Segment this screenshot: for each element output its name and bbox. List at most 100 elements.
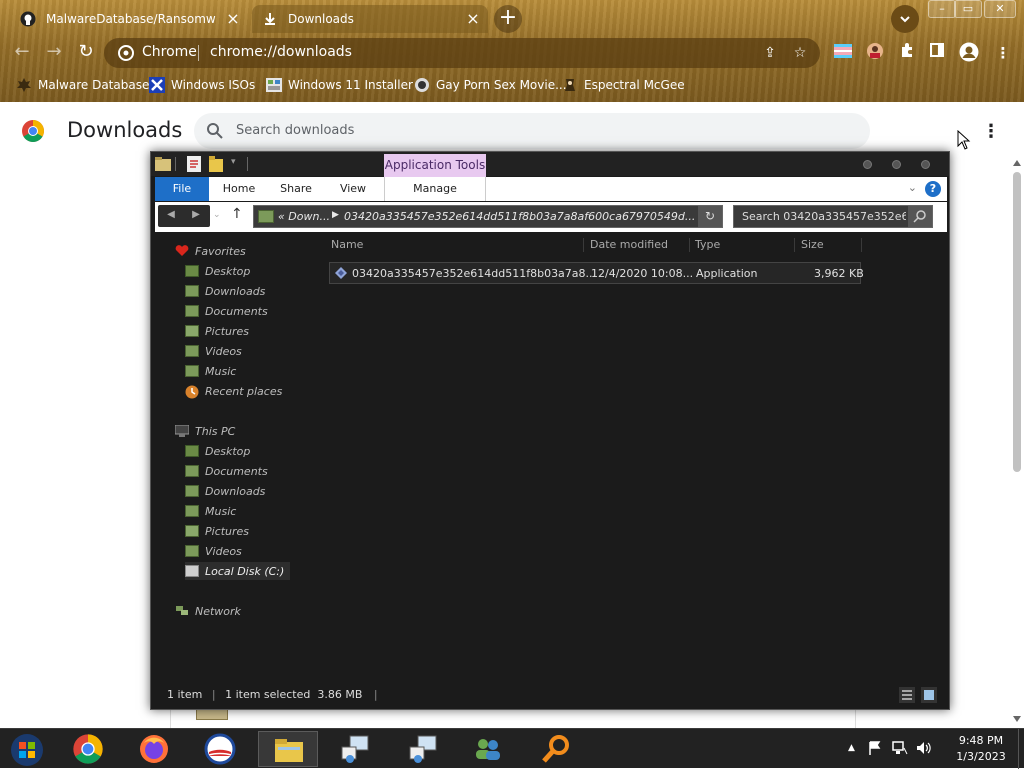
column-header-name[interactable]: Name bbox=[331, 238, 363, 251]
extension-flag-icon[interactable] bbox=[832, 42, 854, 64]
explorer-minimize-button[interactable] bbox=[863, 160, 872, 169]
column-separator[interactable] bbox=[689, 238, 690, 252]
system-clock[interactable]: 9:48 PM 1/3/2023 bbox=[944, 733, 1018, 765]
chrome-menu-icon[interactable]: ⋮ bbox=[992, 42, 1014, 64]
nav-network[interactable]: Network bbox=[175, 602, 241, 620]
scroll-up-arrow[interactable] bbox=[1013, 160, 1021, 166]
details-view-icon[interactable] bbox=[899, 687, 915, 703]
large-icons-view-icon[interactable] bbox=[921, 687, 937, 703]
omnibox[interactable]: Chrome chrome://downloads ⇪ ☆ bbox=[104, 38, 820, 68]
recent-locations-icon[interactable]: ⌄ bbox=[213, 210, 221, 220]
explorer-search-input[interactable]: Search 03420a335457e352e61... bbox=[733, 205, 933, 228]
column-separator[interactable] bbox=[583, 238, 584, 252]
tab-home[interactable]: Home bbox=[215, 177, 263, 201]
share-icon[interactable]: ⇪ bbox=[762, 45, 778, 61]
close-button[interactable]: ✕ bbox=[984, 0, 1016, 18]
taskbar-remote-app-1[interactable] bbox=[326, 731, 386, 767]
nav-pc-local-disk[interactable]: Local Disk (C:) bbox=[185, 562, 291, 580]
maximize-button[interactable]: ▭ bbox=[954, 0, 982, 18]
nav-fav-downloads[interactable]: Downloads bbox=[185, 282, 265, 300]
tab-malware-database[interactable]: MalwareDatabase/Ransomware at × bbox=[12, 5, 248, 33]
show-desktop-button[interactable] bbox=[1018, 729, 1024, 769]
minimize-button[interactable]: – bbox=[928, 0, 956, 18]
nav-fav-pictures[interactable]: Pictures bbox=[185, 322, 249, 340]
breadcrumb-current[interactable]: 03420a335457e352e614dd511f8b03a7a8af600c… bbox=[344, 210, 695, 223]
bookmark-malware-database[interactable]: Malware Database bbox=[16, 75, 149, 95]
bookmark-gay-porn-sex-movie[interactable]: Gay Porn Sex Movie... bbox=[414, 75, 567, 95]
taskbar-users-app[interactable] bbox=[458, 731, 518, 767]
nav-fav-recent-places[interactable]: Recent places bbox=[185, 382, 282, 400]
new-tab-button[interactable]: + bbox=[494, 5, 522, 33]
profile-avatar-icon[interactable] bbox=[864, 42, 886, 64]
downloads-menu-icon[interactable]: ⋮ bbox=[982, 122, 1000, 142]
explorer-close-button[interactable] bbox=[921, 160, 930, 169]
bookmark-windows-11-installer[interactable]: Windows 11 Installer bbox=[266, 75, 413, 95]
nav-pc-documents[interactable]: Documents bbox=[185, 462, 268, 480]
nav-fav-videos[interactable]: Videos bbox=[185, 342, 242, 360]
tab-downloads[interactable]: Downloads × bbox=[252, 5, 488, 33]
taskbar-file-explorer[interactable] bbox=[258, 731, 318, 767]
nav-pc-music[interactable]: Music bbox=[185, 502, 236, 520]
column-header-date[interactable]: Date modified bbox=[590, 238, 668, 251]
network-status-icon[interactable] bbox=[892, 741, 908, 755]
nav-fav-desktop[interactable]: Desktop bbox=[185, 262, 250, 280]
explorer-maximize-button[interactable] bbox=[892, 160, 901, 169]
nav-pc-pictures[interactable]: Pictures bbox=[185, 522, 249, 540]
page-scrollbar[interactable] bbox=[1010, 156, 1024, 728]
nav-pc-desktop[interactable]: Desktop bbox=[185, 442, 250, 460]
breadcrumb-chevron-icon[interactable]: ▶ bbox=[332, 210, 339, 220]
table-row[interactable]: 03420a335457e352e614dd511f8b03a7a8... 12… bbox=[329, 262, 864, 284]
nav-pc-downloads[interactable]: Downloads bbox=[185, 482, 265, 500]
properties-icon[interactable] bbox=[187, 156, 201, 172]
extensions-puzzle-icon[interactable] bbox=[896, 42, 918, 64]
tab-file[interactable]: File bbox=[155, 177, 209, 201]
action-center-flag-icon[interactable] bbox=[868, 741, 882, 755]
tray-overflow-icon[interactable]: ▲ bbox=[848, 743, 855, 753]
address-bar[interactable]: « Down... ▶ 03420a335457e352e614dd511f8b… bbox=[253, 205, 723, 228]
bookmark-windows-isos[interactable]: Windows ISOs bbox=[149, 75, 255, 95]
column-header-type[interactable]: Type bbox=[695, 238, 720, 251]
breadcrumb-root[interactable]: « Down... bbox=[278, 210, 330, 223]
tab-share[interactable]: Share bbox=[271, 177, 321, 201]
qat-dropdown-icon[interactable]: ▾ bbox=[231, 157, 236, 167]
refresh-icon[interactable]: ↻ bbox=[698, 206, 722, 227]
taskbar-chrome[interactable] bbox=[58, 731, 118, 767]
tab-close-icon[interactable]: × bbox=[224, 10, 242, 28]
search-icon[interactable] bbox=[908, 206, 932, 227]
forward-icon[interactable]: → bbox=[42, 40, 66, 64]
back-arrow-icon[interactable]: ◀ bbox=[159, 209, 183, 223]
tab-manage[interactable]: Manage bbox=[384, 177, 486, 201]
ribbon-expand-icon[interactable]: ⌄ bbox=[908, 181, 917, 194]
help-icon[interactable]: ? bbox=[925, 181, 941, 197]
column-separator[interactable] bbox=[861, 238, 862, 252]
scrollbar-thumb[interactable] bbox=[1013, 172, 1021, 472]
taskbar-firefox[interactable] bbox=[124, 731, 184, 767]
downloads-search[interactable]: Search downloads bbox=[194, 113, 870, 149]
taskbar-remote-app-2[interactable] bbox=[394, 731, 454, 767]
nav-favorites[interactable]: Favorites bbox=[175, 242, 246, 260]
column-header-size[interactable]: Size bbox=[801, 238, 824, 251]
tab-application-tools[interactable]: Application Tools bbox=[384, 154, 486, 178]
taskbar-obama-app[interactable] bbox=[190, 731, 250, 767]
bookmark-espectral-mcgee[interactable]: Espectral McGee bbox=[562, 75, 685, 95]
nav-fav-documents[interactable]: Documents bbox=[185, 302, 268, 320]
star-icon[interactable]: ☆ bbox=[792, 45, 808, 61]
column-separator[interactable] bbox=[794, 238, 795, 252]
nav-pc-videos[interactable]: Videos bbox=[185, 542, 242, 560]
forward-arrow-icon[interactable]: ▶ bbox=[184, 209, 208, 223]
scroll-down-arrow[interactable] bbox=[1013, 716, 1021, 722]
start-button[interactable] bbox=[0, 731, 56, 767]
side-panel-icon[interactable] bbox=[926, 42, 948, 64]
reload-icon[interactable]: ↻ bbox=[74, 40, 98, 64]
new-folder-icon[interactable] bbox=[209, 156, 223, 172]
up-arrow-icon[interactable]: ↑ bbox=[231, 206, 243, 222]
back-icon[interactable]: ← bbox=[10, 40, 34, 64]
taskbar-search-app[interactable] bbox=[526, 731, 586, 767]
tab-search-button[interactable] bbox=[891, 5, 919, 33]
tab-close-icon[interactable]: × bbox=[464, 10, 482, 28]
nav-fav-music[interactable]: Music bbox=[185, 362, 236, 380]
account-icon[interactable] bbox=[958, 42, 980, 64]
nav-this-pc[interactable]: This PC bbox=[174, 422, 235, 440]
tab-view[interactable]: View bbox=[329, 177, 377, 201]
volume-icon[interactable] bbox=[916, 741, 932, 755]
